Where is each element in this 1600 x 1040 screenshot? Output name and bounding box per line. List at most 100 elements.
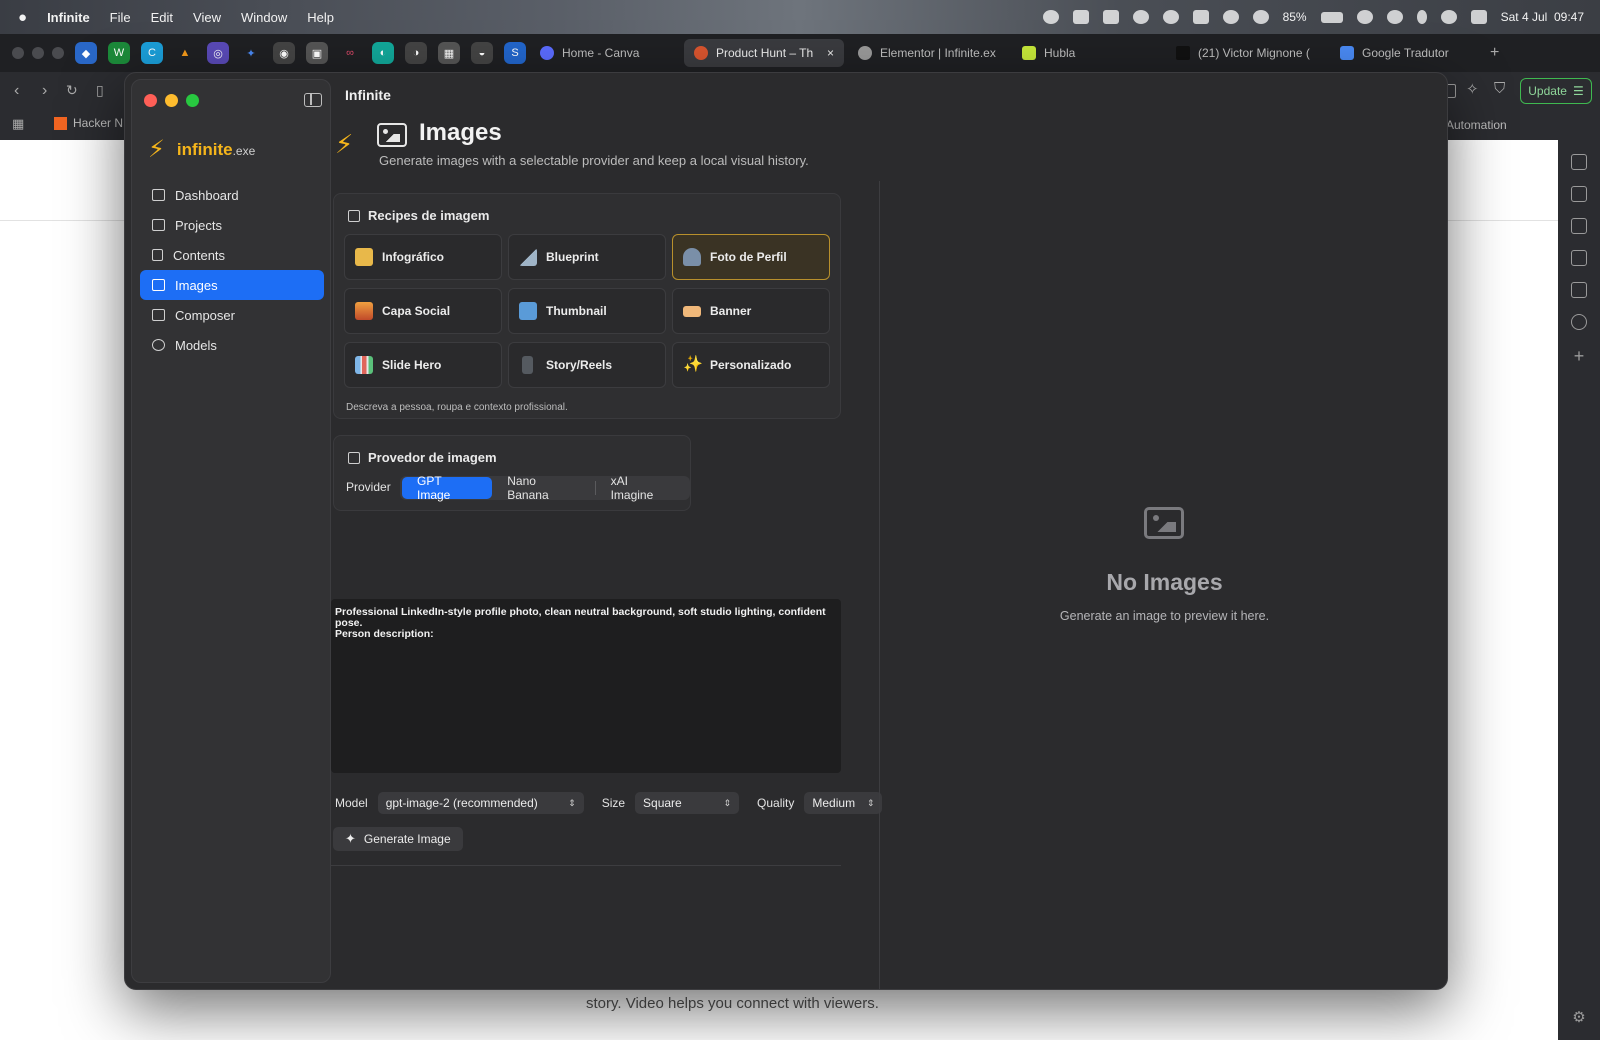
pinned-tab-icon[interactable]: ◐ — [372, 42, 394, 64]
provider-option-nano-banana[interactable]: Nano Banana — [492, 474, 594, 502]
browser-tab-hubla[interactable]: Hubla — [1012, 39, 1162, 67]
crosshair-icon[interactable] — [1132, 10, 1149, 24]
pinned-tab-icon[interactable]: ✦ — [240, 42, 262, 64]
bookmark-icon[interactable]: ▯ — [96, 82, 104, 99]
pinned-tab-icon[interactable]: S — [504, 42, 526, 64]
search-icon[interactable] — [1440, 10, 1457, 24]
pinned-tab-icon[interactable]: ◉ — [273, 42, 295, 64]
sidebar-item-models[interactable]: Models — [140, 330, 324, 360]
divider — [331, 865, 841, 866]
add-icon[interactable]: + — [1574, 346, 1585, 367]
recipe-banner[interactable]: Banner — [672, 288, 830, 334]
brand-logo: ⚡ infinite.exe — [148, 138, 255, 162]
pinned-tab-icon[interactable]: ◑ — [405, 42, 427, 64]
sparkle-icon[interactable] — [1571, 154, 1587, 170]
airdrop-icon[interactable] — [1252, 10, 1269, 24]
notion-icon[interactable] — [1102, 10, 1119, 24]
recipe-thumbnail[interactable]: Thumbnail — [508, 288, 666, 334]
window-minimize-button[interactable] — [165, 94, 178, 107]
menubar-app-name[interactable]: Infinite — [47, 10, 90, 25]
volume-icon[interactable] — [1356, 10, 1373, 24]
pinned-tab-icon[interactable]: C — [141, 42, 163, 64]
save-icon[interactable] — [1571, 250, 1587, 266]
wifi-icon[interactable] — [1386, 10, 1403, 24]
browser-tab-elementor[interactable]: Elementor | Infinite.ex — [848, 39, 1008, 67]
sidebar-item-composer[interactable]: Composer — [140, 300, 324, 330]
recipe-personalizado[interactable]: ✨ Personalizado — [672, 342, 830, 388]
pinned-tab-icon[interactable]: ▦ — [438, 42, 460, 64]
provider-card: Provedor de imagem Provider GPT Image Na… — [333, 435, 691, 511]
settings-icon[interactable]: ⚙ — [1572, 1008, 1585, 1026]
browser-tab-canva[interactable]: Home - Canva — [530, 39, 680, 67]
shield-icon[interactable]: ⛉ — [1494, 80, 1505, 97]
folder-icon — [152, 219, 165, 231]
sidebar-item-dashboard[interactable]: Dashboard — [140, 180, 324, 210]
pinned-tab-icon[interactable]: ◒ — [471, 42, 493, 64]
browser-tab-x[interactable]: (21) Victor Mignone ( — [1166, 39, 1326, 67]
model-select[interactable]: gpt-image-2 (recommended) ⇕ — [377, 792, 584, 814]
status-icon[interactable] — [1162, 10, 1179, 24]
bluetooth-icon[interactable] — [1416, 10, 1427, 24]
sidebar-toggle-icon[interactable] — [304, 93, 322, 107]
recipe-slide-hero[interactable]: Slide Hero — [344, 342, 502, 388]
menu-file[interactable]: File — [110, 10, 131, 25]
window-zoom-button[interactable] — [186, 94, 199, 107]
recipe-blueprint[interactable]: Blueprint — [508, 234, 666, 280]
recipe-infografico[interactable]: Infográfico — [344, 234, 502, 280]
video-icon[interactable] — [1571, 186, 1587, 202]
sparkle-icon[interactable]: ✧ — [1466, 80, 1479, 98]
size-select[interactable]: Square ⇕ — [635, 792, 740, 814]
opera-icon[interactable] — [1571, 314, 1587, 330]
menu-window[interactable]: Window — [241, 10, 287, 25]
battery-icon[interactable] — [1320, 11, 1343, 23]
brand-name: infinite.exe — [177, 140, 255, 160]
pinned-tab-icon[interactable]: ◆ — [75, 42, 97, 64]
menu-view[interactable]: View — [193, 10, 221, 25]
recipe-story-reels[interactable]: Story/Reels — [508, 342, 666, 388]
up-down-chevron-icon: ⇕ — [568, 797, 576, 808]
browser-tab-google-tradutor[interactable]: Google Tradutor — [1330, 39, 1480, 67]
apps-icon[interactable]: ▦ — [12, 116, 24, 132]
wallet-icon[interactable] — [1571, 218, 1587, 234]
sidebar-item-label: Composer — [175, 307, 235, 323]
menu-edit[interactable]: Edit — [151, 10, 173, 25]
pinned-tab-icon[interactable]: ▲ — [174, 42, 196, 64]
browser-tab-product-hunt[interactable]: Product Hunt – Th × — [684, 39, 844, 67]
bookmark-automation[interactable]: Automation — [1446, 118, 1507, 132]
pinned-tab-icon[interactable]: ∞ — [339, 42, 361, 64]
recipe-foto-de-perfil[interactable]: Foto de Perfil — [672, 234, 830, 280]
provider-option-gpt-image[interactable]: GPT Image — [402, 474, 493, 502]
recipe-capa-social[interactable]: Capa Social — [344, 288, 502, 334]
pinned-tab-icon[interactable]: ▣ — [306, 42, 328, 64]
prompt-textarea[interactable]: Professional LinkedIn-style profile phot… — [331, 599, 841, 773]
menubar-clock[interactable]: Sat 4 Jul 09:47 — [1501, 10, 1584, 24]
browser-zoom-button[interactable] — [52, 47, 64, 59]
bookmark-hacker-news[interactable]: Hacker N — [54, 116, 123, 130]
pinned-tab-icon[interactable]: ◎ — [207, 42, 229, 64]
reader-icon[interactable] — [1571, 282, 1587, 298]
sidebar-item-images[interactable]: Images — [140, 270, 324, 300]
quality-select[interactable]: Medium ⇕ — [804, 792, 883, 814]
status-icon[interactable] — [1042, 10, 1059, 24]
provider-option-xai-imagine[interactable]: xAI Imagine — [596, 474, 688, 502]
browser-close-button[interactable] — [12, 47, 24, 59]
close-tab-icon[interactable]: × — [827, 46, 834, 60]
forward-icon[interactable]: › — [42, 82, 47, 100]
display-icon[interactable] — [1192, 10, 1209, 24]
new-tab-button[interactable]: + — [1490, 44, 1499, 62]
sidebar-item-contents[interactable]: Contents — [140, 240, 324, 270]
update-button[interactable]: Update ☰ — [1520, 78, 1592, 104]
generate-image-button[interactable]: ✦ Generate Image — [333, 827, 463, 851]
key-icon[interactable] — [1222, 10, 1239, 24]
sidebar-item-projects[interactable]: Projects — [140, 210, 324, 240]
window-close-button[interactable] — [144, 94, 157, 107]
reload-icon[interactable]: ↻ — [66, 82, 78, 99]
menu-help[interactable]: Help — [307, 10, 334, 25]
pinned-tab-icon[interactable]: W — [108, 42, 130, 64]
back-icon[interactable]: ‹ — [14, 82, 19, 100]
apple-icon[interactable]: ● — [18, 9, 27, 26]
control-center-icon[interactable] — [1470, 10, 1487, 24]
browser-minimize-button[interactable] — [32, 47, 44, 59]
page-rule — [0, 220, 124, 221]
status-icon[interactable] — [1072, 10, 1089, 24]
